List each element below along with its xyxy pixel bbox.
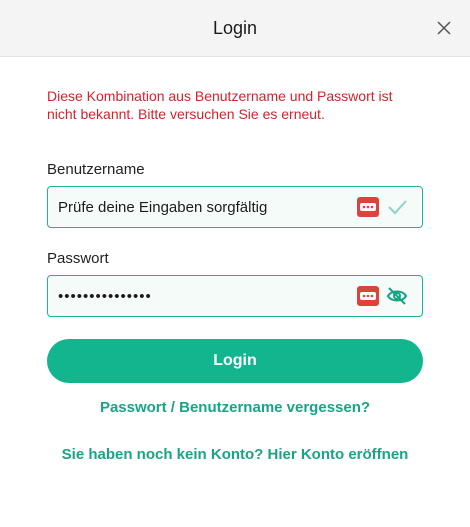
password-manager-icon[interactable] [357,286,379,306]
password-field-wrapper [47,275,423,317]
dialog-title: Login [212,17,258,38]
password-input[interactable] [48,276,348,316]
forgot-credentials-link[interactable]: Passwort / Benutzername vergessen? [47,399,423,416]
username-field-wrapper [47,186,423,228]
login-button[interactable]: Login [47,339,423,383]
username-label: Benutzername [47,161,145,178]
eye-slash-icon[interactable] [386,286,408,306]
checkmark-icon [388,200,407,215]
register-link[interactable]: Sie haben noch kein Konto? Hier Konto er… [47,446,423,463]
close-icon [437,21,451,35]
dialog-header: Login [0,0,470,57]
password-manager-icon[interactable] [357,197,379,217]
close-button[interactable] [430,14,458,42]
dialog-content: Diese Kombination aus Benutzername und P… [0,57,470,463]
password-label: Passwort [47,250,109,267]
username-input[interactable] [48,187,348,227]
error-message: Diese Kombination aus Benutzername und P… [47,88,393,122]
login-dialog: Login Diese Kombination aus Benutzername… [0,0,470,527]
